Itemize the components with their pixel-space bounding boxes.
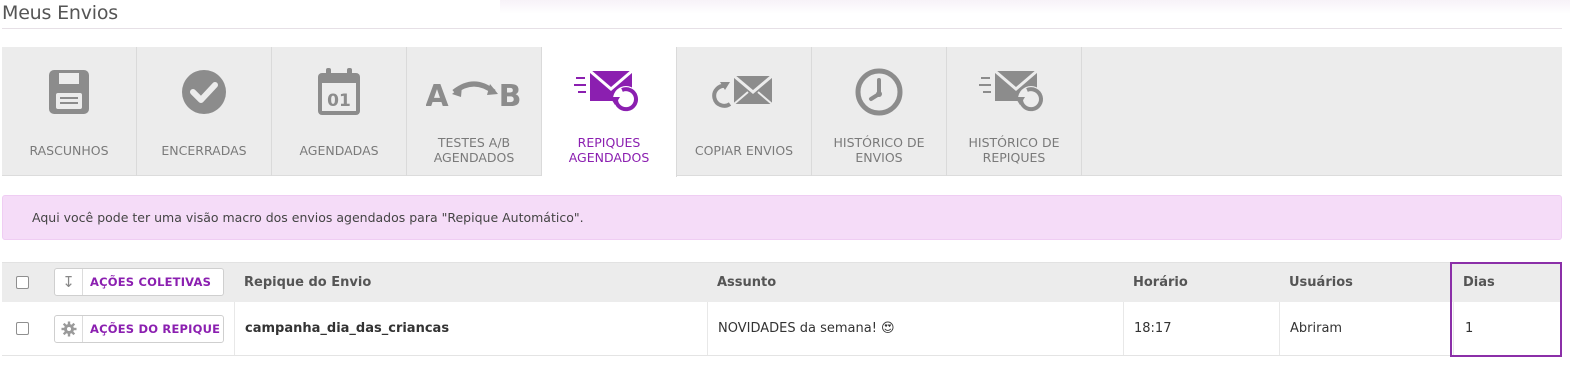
table-header: ↧ AÇÕES COLETIVAS Repique do Envio Assun… xyxy=(2,262,1562,302)
tab-historico-envios[interactable]: HISTÓRICO DE ENVIOS xyxy=(812,47,947,176)
select-all-checkbox[interactable] xyxy=(16,276,29,289)
tab-label: RASCUNHOS xyxy=(29,142,109,158)
calendar-icon: 01 xyxy=(272,65,406,119)
header-repique[interactable]: Repique do Envio xyxy=(244,263,371,302)
gear-icon xyxy=(55,316,83,342)
ab-letter-b: B xyxy=(499,79,522,112)
header-dias[interactable]: Dias xyxy=(1463,263,1495,302)
cell-dias: 1 xyxy=(1453,302,1562,355)
bulk-actions-button[interactable]: ↧ AÇÕES COLETIVAS xyxy=(54,268,224,296)
header-checkbox-cell xyxy=(2,263,46,302)
floppy-disk-icon xyxy=(2,65,136,119)
info-banner: Aqui você pode ter uma visão macro dos e… xyxy=(2,195,1562,240)
tab-encerradas[interactable]: ENCERRADAS xyxy=(137,47,272,176)
check-circle-icon xyxy=(137,65,271,119)
tab-agendadas[interactable]: 01 AGENDADAS xyxy=(272,47,407,176)
row-checkbox-cell xyxy=(2,302,46,355)
bulk-actions-label: AÇÕES COLETIVAS xyxy=(90,275,212,289)
header-horario[interactable]: Horário xyxy=(1133,263,1188,302)
usuarios-text: Abriram xyxy=(1290,321,1343,336)
repiques-table: ↧ AÇÕES COLETIVAS Repique do Envio Assun… xyxy=(2,262,1562,356)
dias-text: 1 xyxy=(1465,321,1474,336)
header-usuarios[interactable]: Usuários xyxy=(1289,263,1353,302)
repique-name: campanha_dia_das_criancas xyxy=(245,321,450,336)
tab-label: HISTÓRICO DE REPIQUES xyxy=(968,135,1060,165)
cell-assunto: NOVIDADES da semana! 😍 xyxy=(707,302,1123,355)
tab-label: TESTES A/B AGENDADOS xyxy=(433,135,515,165)
sort-down-icon: ↧ xyxy=(55,269,83,295)
ab-letter-a: A xyxy=(426,79,449,112)
ab-test-icon: A B xyxy=(407,65,541,119)
calendar-day: 01 xyxy=(327,91,351,111)
tab-bar: RASCUNHOS ENCERRADAS 01 AGENDADAS A B TE… xyxy=(2,47,1562,177)
tab-copiar-envios[interactable]: COPIAR ENVIOS xyxy=(677,47,812,176)
repique-actions-label: AÇÕES DO REPIQUE xyxy=(90,322,221,336)
cell-usuarios: Abriram xyxy=(1279,302,1453,355)
tab-historico-repiques[interactable]: HISTÓRICO DE REPIQUES xyxy=(947,47,1082,176)
resend-history-icon xyxy=(947,65,1081,119)
clock-icon xyxy=(812,65,946,119)
header-assunto[interactable]: Assunto xyxy=(717,263,776,302)
tab-label: ENCERRADAS xyxy=(161,142,247,158)
repique-actions-button[interactable]: AÇÕES DO REPIQUE xyxy=(54,315,224,343)
assunto-text: NOVIDADES da semana! 😍 xyxy=(718,321,895,336)
tab-repiques-agendados[interactable]: REPIQUES AGENDADOS xyxy=(542,47,677,177)
tab-rascunhos[interactable]: RASCUNHOS xyxy=(2,47,137,176)
tab-label: REPIQUES AGENDADOS xyxy=(568,135,650,165)
horario-text: 18:17 xyxy=(1134,321,1172,336)
scheduled-resend-icon xyxy=(542,65,676,119)
cell-repique: campanha_dia_das_criancas xyxy=(234,302,708,355)
copy-send-icon xyxy=(677,65,811,119)
tab-label: AGENDADAS xyxy=(299,142,379,158)
tab-label: COPIAR ENVIOS xyxy=(694,142,794,158)
page-title: Meus Envios xyxy=(2,2,118,24)
row-checkbox[interactable] xyxy=(16,322,29,335)
tab-testes-ab[interactable]: A B TESTES A/B AGENDADOS xyxy=(407,47,542,176)
table-row: AÇÕES DO REPIQUE campanha_dia_das_crianc… xyxy=(2,302,1562,356)
header-fade xyxy=(500,0,1570,14)
tab-label: HISTÓRICO DE ENVIOS xyxy=(833,135,925,165)
title-divider xyxy=(2,28,1562,29)
cell-horario: 18:17 xyxy=(1123,302,1279,355)
